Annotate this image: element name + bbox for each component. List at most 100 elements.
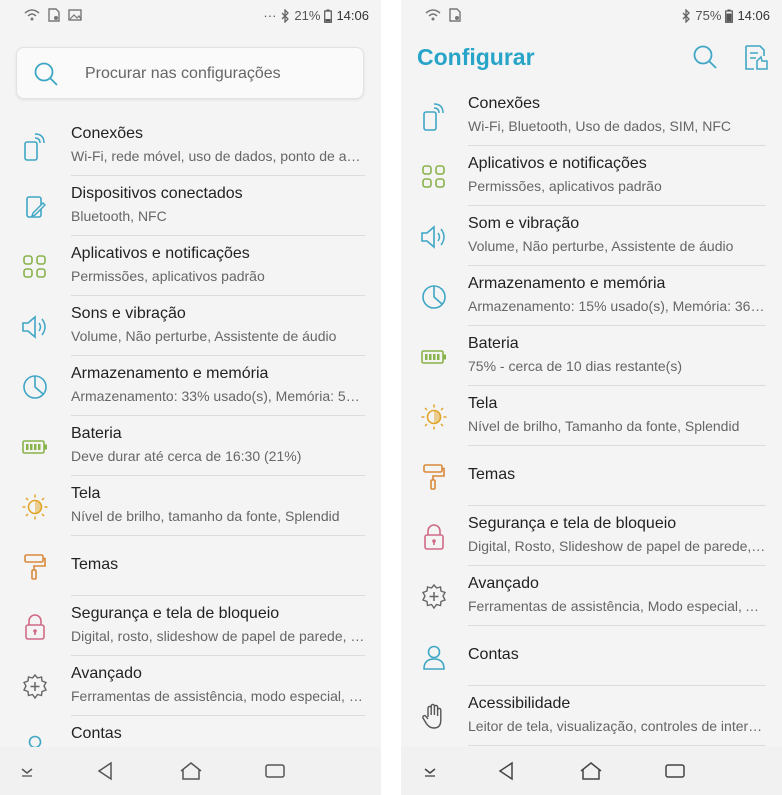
setting-item-contas[interactable]: Contas <box>401 626 782 686</box>
item-subtitle: Armazenamento: 33% usado(s), Memória: 50… <box>71 388 365 404</box>
pie-storage-icon <box>422 285 446 309</box>
wifi-icon <box>425 9 441 21</box>
suggestions-icon[interactable] <box>743 44 769 72</box>
item-title: Tela <box>71 485 101 502</box>
speaker-icon <box>421 225 445 249</box>
home-icon[interactable] <box>579 761 603 781</box>
item-subtitle: Nível de brilho, tamanho da fonte, Splen… <box>71 508 340 524</box>
phone-wifi-icon <box>24 133 45 161</box>
recent-apps-icon[interactable] <box>664 761 686 781</box>
app-header: Configurar <box>401 30 782 92</box>
battery-percent: 21% <box>294 8 321 23</box>
setting-item-aplicativos[interactable]: Aplicativos e notificações Permissões, a… <box>401 146 782 206</box>
setting-item-seguranca[interactable]: Segurança e tela de bloqueio Digital, Ro… <box>401 506 782 566</box>
item-title: Conexões <box>468 95 541 112</box>
setting-item-avancado[interactable]: Avançado Ferramentas de assistência, mod… <box>0 656 381 716</box>
item-title: Aplicativos e notificações <box>71 245 250 262</box>
sd-card-icon <box>449 8 461 22</box>
right-phone-screen: 75% 14:06 Configurar Conexões Wi-Fi, Blu… <box>401 0 782 795</box>
settings-list: Conexões Wi-Fi, rede móvel, uso de dados… <box>0 116 381 776</box>
left-phone-screen: ··· 21% 14:06 Procurar nas configurações… <box>0 0 381 795</box>
setting-item-bateria[interactable]: Bateria Deve durar até cerca de 16:30 (2… <box>0 416 381 476</box>
search-placeholder: Procurar nas configurações <box>85 65 281 82</box>
image-icon <box>68 9 82 21</box>
notification-pull-icon[interactable] <box>18 761 36 781</box>
setting-item-dispositivos[interactable]: Dispositivos conectados Bluetooth, NFC <box>0 176 381 236</box>
item-title: Dispositivos conectados <box>71 185 243 202</box>
item-title: Aplicativos e notificações <box>468 155 647 172</box>
setting-item-armazenamento[interactable]: Armazenamento e memória Armazenamento: 3… <box>0 356 381 416</box>
gear-plus-icon <box>22 673 48 700</box>
page-title: Configurar <box>417 44 535 70</box>
back-icon[interactable] <box>96 761 114 781</box>
bluetooth-icon <box>682 8 691 23</box>
wifi-icon <box>24 9 40 21</box>
bluetooth-icon <box>281 8 290 23</box>
navigation-bar <box>401 747 782 795</box>
item-subtitle: Wi-Fi, Bluetooth, Uso de dados, SIM, NFC <box>468 118 731 134</box>
lock-icon <box>424 524 444 550</box>
speaker-icon <box>22 315 46 339</box>
setting-item-tela[interactable]: Tela Nível de brilho, tamanho da fonte, … <box>0 476 381 536</box>
item-subtitle: Ferramentas de assistência, Modo especia… <box>468 598 766 614</box>
item-subtitle: Bluetooth, NFC <box>71 208 167 224</box>
divider <box>468 745 766 746</box>
setting-item-avancado[interactable]: Avançado Ferramentas de assistência, Mod… <box>401 566 782 626</box>
home-icon[interactable] <box>179 761 203 781</box>
search-bar[interactable]: Procurar nas configurações <box>16 47 364 99</box>
item-subtitle: Leitor de tela, visualização, controles … <box>468 718 766 734</box>
item-title: Bateria <box>468 335 519 352</box>
setting-item-temas[interactable]: Temas <box>401 446 782 506</box>
item-title: Tela <box>468 395 498 412</box>
clock: 14:06 <box>737 8 770 23</box>
setting-item-sons[interactable]: Sons e vibração Volume, Não perturbe, As… <box>0 296 381 356</box>
gear-plus-icon <box>421 583 447 610</box>
lock-icon <box>25 614 45 640</box>
pie-storage-icon <box>23 375 47 399</box>
item-title: Temas <box>71 556 119 573</box>
item-subtitle: 75% - cerca de 10 dias restante(s) <box>468 358 682 374</box>
setting-item-conexoes[interactable]: Conexões Wi-Fi, rede móvel, uso de dados… <box>0 116 381 176</box>
person-icon <box>423 645 445 670</box>
search-icon <box>34 62 58 86</box>
item-subtitle: Volume, Não perturbe, Assistente de áudi… <box>468 238 734 254</box>
item-subtitle: Digital, rosto, slideshow de papel de pa… <box>71 628 365 644</box>
setting-item-aplicativos[interactable]: Aplicativos e notificações Permissões, a… <box>0 236 381 296</box>
setting-item-som[interactable]: Som e vibração Volume, Não perturbe, Ass… <box>401 206 782 266</box>
battery-icon <box>421 350 446 364</box>
back-icon[interactable] <box>497 761 515 781</box>
paint-roller-icon <box>24 554 46 580</box>
recent-apps-icon[interactable] <box>264 761 286 781</box>
item-subtitle: Permissões, aplicativos padrão <box>468 178 662 194</box>
setting-item-bateria[interactable]: Bateria 75% - cerca de 10 dias restante(… <box>401 326 782 386</box>
setting-item-conexoes[interactable]: Conexões Wi-Fi, Bluetooth, Uso de dados,… <box>401 86 782 146</box>
item-title: Armazenamento e memória <box>71 365 269 382</box>
status-bar: 75% 14:06 <box>401 0 782 30</box>
item-title: Segurança e tela de bloqueio <box>468 515 677 532</box>
item-title: Bateria <box>71 425 122 442</box>
setting-item-armazenamento[interactable]: Armazenamento e memória Armazenamento: 1… <box>401 266 782 326</box>
item-title: Sons e vibração <box>71 305 186 322</box>
item-subtitle: Permissões, aplicativos padrão <box>71 268 265 284</box>
paint-roller-icon <box>423 464 445 490</box>
item-title: Temas <box>468 466 516 483</box>
apps-grid-icon <box>23 255 46 278</box>
setting-item-temas[interactable]: Temas <box>0 536 381 596</box>
item-subtitle: Wi-Fi, rede móvel, uso de dados, ponto d… <box>71 148 365 164</box>
item-subtitle: Ferramentas de assistência, modo especia… <box>71 688 365 704</box>
apps-grid-icon <box>422 165 445 188</box>
item-title: Conexões <box>71 125 144 142</box>
setting-item-acessibilidade[interactable]: Acessibilidade Leitor de tela, visualiza… <box>401 686 782 746</box>
phone-wifi-icon <box>423 103 444 131</box>
battery-percent: 75% <box>695 8 722 23</box>
setting-item-tela[interactable]: Tela Nível de brilho, Tamanho da fonte, … <box>401 386 782 446</box>
brightness-icon <box>22 494 48 520</box>
setting-item-seguranca[interactable]: Segurança e tela de bloqueio Digital, ro… <box>0 596 381 656</box>
item-title: Segurança e tela de bloqueio <box>71 605 280 622</box>
clock: 14:06 <box>336 8 369 23</box>
sd-card-icon <box>48 8 60 22</box>
item-title: Avançado <box>71 665 142 682</box>
search-icon[interactable] <box>692 44 718 70</box>
notification-pull-icon[interactable] <box>421 761 439 781</box>
status-bar: ··· 21% 14:06 <box>0 0 381 30</box>
